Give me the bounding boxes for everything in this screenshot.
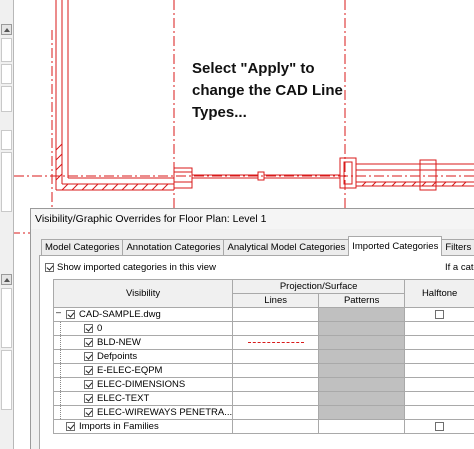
halftone-cell[interactable] <box>404 391 474 406</box>
patterns-cell <box>318 391 406 406</box>
tab-imported-categories[interactable]: Imported Categories <box>348 236 443 256</box>
halftone-checkbox[interactable] <box>435 309 445 319</box>
table-row[interactable]: Defpoints <box>52 349 474 364</box>
patterns-cell <box>318 377 406 392</box>
lines-override-cell[interactable] <box>232 307 320 322</box>
row-name: ELEC-WIREWAYS PENETRA... <box>97 407 233 418</box>
tree-connector <box>60 406 84 419</box>
row-visibility-checkbox[interactable] <box>66 422 75 431</box>
line-pattern-preview <box>247 342 304 343</box>
table-row[interactable]: ELEC-WIREWAYS PENETRA... <box>52 405 474 420</box>
lines-override-cell[interactable] <box>232 405 320 420</box>
patterns-cell <box>318 405 406 420</box>
row-name: Imports in Families <box>79 421 159 432</box>
row-name: ELEC-DIMENSIONS <box>97 379 186 390</box>
table-row[interactable]: CAD-SAMPLE.dwg <box>52 307 474 322</box>
lines-override-cell[interactable] <box>232 391 320 406</box>
lines-override-cell[interactable] <box>232 377 320 392</box>
tab-strip: Model Categories Annotation Categories Ana… <box>41 236 474 256</box>
imported-categories-table: Visibility Projection/Surface Halftone L… <box>52 279 474 434</box>
halftone-cell[interactable] <box>404 321 474 336</box>
header-projection-surface: Projection/Surface <box>232 279 406 294</box>
tab-annotation-categories[interactable]: Annotation Categories <box>122 239 225 256</box>
if-category-text: If a cate <box>445 262 474 273</box>
tree-connector <box>60 336 84 349</box>
table-row[interactable]: E-ELEC-EQPM <box>52 363 474 378</box>
row-visibility-checkbox[interactable] <box>84 338 93 347</box>
table-header-row: Visibility Projection/Surface Halftone <box>52 279 474 308</box>
row-name: Defpoints <box>97 351 138 362</box>
patterns-cell <box>318 307 406 322</box>
lines-override-cell[interactable] <box>232 321 320 336</box>
row-visibility-checkbox[interactable] <box>66 310 75 319</box>
visibility-graphics-dialog: Visibility/Graphic Overrides for Floor P… <box>30 208 474 449</box>
tree-connector <box>60 392 84 405</box>
tab-model-categories[interactable]: Model Categories <box>41 239 124 256</box>
tree-connector <box>60 322 84 335</box>
show-imported-categories[interactable]: Show imported categories in this view <box>45 262 216 273</box>
patterns-cell <box>318 363 406 378</box>
row-visibility-checkbox[interactable] <box>84 380 93 389</box>
table-row[interactable]: 0 <box>52 321 474 336</box>
header-lines: Lines <box>232 293 320 308</box>
header-patterns: Patterns <box>318 293 406 308</box>
halftone-cell[interactable] <box>404 349 474 364</box>
row-name: E-ELEC-EQPM <box>97 365 163 376</box>
table-row[interactable]: ELEC-TEXT <box>52 391 474 406</box>
annotation-line-3: Types... <box>192 104 247 121</box>
patterns-cell <box>318 321 406 336</box>
halftone-cell[interactable] <box>404 377 474 392</box>
row-visibility-checkbox[interactable] <box>84 324 93 333</box>
row-visibility-checkbox[interactable] <box>84 394 93 403</box>
tab-analytical-model-categories[interactable]: Analytical Model Categories <box>223 239 350 256</box>
patterns-cell[interactable] <box>318 419 406 434</box>
show-imported-label: Show imported categories in this view <box>57 262 216 273</box>
lines-override-cell[interactable] <box>232 363 320 378</box>
halftone-cell[interactable] <box>404 363 474 378</box>
lines-override-cell[interactable] <box>232 335 320 350</box>
tree-connector <box>60 378 84 391</box>
row-visibility-checkbox[interactable] <box>84 366 93 375</box>
annotation-line-2: change the CAD Line <box>192 82 343 99</box>
row-visibility-checkbox[interactable] <box>84 408 93 417</box>
row-name: 0 <box>97 323 103 334</box>
collapse-icon[interactable] <box>54 307 66 321</box>
lines-override-cell[interactable] <box>232 419 320 434</box>
row-name: BLD-NEW <box>97 337 141 348</box>
header-visibility[interactable]: Visibility <box>52 279 234 308</box>
show-imported-checkbox[interactable] <box>45 263 54 272</box>
lines-override-cell[interactable] <box>232 349 320 364</box>
annotation-note: Select "Apply" to change the CAD Line Ty… <box>192 58 362 124</box>
row-visibility-checkbox[interactable] <box>84 352 93 361</box>
patterns-cell <box>318 335 406 350</box>
table-row[interactable]: BLD-NEW <box>52 335 474 350</box>
halftone-checkbox[interactable] <box>435 421 445 431</box>
row-name: CAD-SAMPLE.dwg <box>79 309 161 320</box>
halftone-cell[interactable] <box>404 335 474 350</box>
annotation-line-1: Select "Apply" to <box>192 60 315 77</box>
tab-filters[interactable]: Filters <box>441 239 474 256</box>
tree-connector <box>60 350 84 363</box>
table-row[interactable]: ELEC-DIMENSIONS <box>52 377 474 392</box>
header-halftone[interactable]: Halftone <box>404 279 474 308</box>
patterns-cell <box>318 349 406 364</box>
dialog-title: Visibility/Graphic Overrides for Floor P… <box>31 209 474 229</box>
halftone-cell[interactable] <box>404 405 474 420</box>
row-name: ELEC-TEXT <box>97 393 150 404</box>
table-row[interactable]: Imports in Families <box>52 419 474 434</box>
tree-connector <box>60 364 84 377</box>
